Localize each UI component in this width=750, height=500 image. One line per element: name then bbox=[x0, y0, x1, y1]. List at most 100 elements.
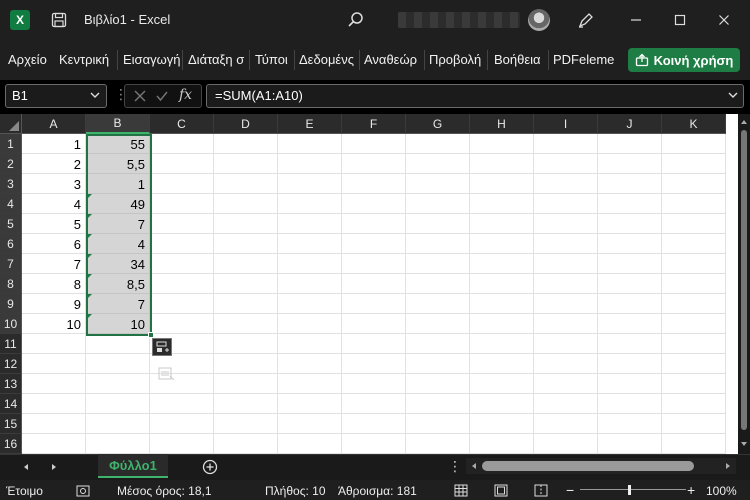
cell-c6[interactable] bbox=[150, 234, 214, 254]
tab-help[interactable]: Βοήθεια bbox=[494, 52, 541, 67]
cell-g3[interactable] bbox=[406, 174, 470, 194]
cell-a2[interactable]: 2 bbox=[22, 154, 86, 174]
cell-b10[interactable]: 10 bbox=[86, 314, 150, 334]
cell-j3[interactable] bbox=[598, 174, 662, 194]
cell-a8[interactable]: 8 bbox=[22, 274, 86, 294]
formula-input[interactable]: =SUM(A1:A10) bbox=[206, 84, 744, 108]
cell-g6[interactable] bbox=[406, 234, 470, 254]
cell-i2[interactable] bbox=[534, 154, 598, 174]
row-header-8[interactable]: 8 bbox=[0, 274, 22, 294]
cell-d3[interactable] bbox=[214, 174, 278, 194]
cell-k12[interactable] bbox=[662, 354, 726, 374]
column-header-e[interactable]: E bbox=[278, 114, 342, 134]
cell-e15[interactable] bbox=[278, 414, 342, 434]
cell-b6[interactable]: 4 bbox=[86, 234, 150, 254]
cell-j4[interactable] bbox=[598, 194, 662, 214]
cell-a15[interactable] bbox=[22, 414, 86, 434]
cell-a14[interactable] bbox=[22, 394, 86, 414]
cell-b9[interactable]: 7 bbox=[86, 294, 150, 314]
cell-j14[interactable] bbox=[598, 394, 662, 414]
cancel-icon[interactable] bbox=[133, 89, 147, 103]
cell-h7[interactable] bbox=[470, 254, 534, 274]
cell-g10[interactable] bbox=[406, 314, 470, 334]
cell-f4[interactable] bbox=[342, 194, 406, 214]
cell-k7[interactable] bbox=[662, 254, 726, 274]
cell-i1[interactable] bbox=[534, 134, 598, 154]
cell-k11[interactable] bbox=[662, 334, 726, 354]
cell-h11[interactable] bbox=[470, 334, 534, 354]
cell-b7[interactable]: 34 bbox=[86, 254, 150, 274]
tab-home[interactable]: Κεντρική bbox=[59, 52, 109, 67]
status-count[interactable]: Πλήθος: 10 bbox=[265, 484, 326, 498]
column-header-i[interactable]: I bbox=[534, 114, 598, 134]
cell-d7[interactable] bbox=[214, 254, 278, 274]
row-header-2[interactable]: 2 bbox=[0, 154, 22, 174]
zoom-slider-thumb[interactable] bbox=[628, 485, 631, 495]
cell-f9[interactable] bbox=[342, 294, 406, 314]
function-icon[interactable]: fx bbox=[179, 87, 192, 103]
page-break-icon[interactable] bbox=[534, 484, 548, 497]
cell-b14[interactable] bbox=[86, 394, 150, 414]
cell-d4[interactable] bbox=[214, 194, 278, 214]
cell-d9[interactable] bbox=[214, 294, 278, 314]
cell-h4[interactable] bbox=[470, 194, 534, 214]
tab-data[interactable]: Δεδομένς bbox=[299, 52, 354, 67]
cell-j2[interactable] bbox=[598, 154, 662, 174]
cell-e1[interactable] bbox=[278, 134, 342, 154]
cell-g14[interactable] bbox=[406, 394, 470, 414]
select-all-button[interactable] bbox=[0, 114, 22, 134]
cell-h14[interactable] bbox=[470, 394, 534, 414]
cell-c3[interactable] bbox=[150, 174, 214, 194]
cell-d5[interactable] bbox=[214, 214, 278, 234]
cell-g15[interactable] bbox=[406, 414, 470, 434]
cell-j8[interactable] bbox=[598, 274, 662, 294]
zoom-slider[interactable] bbox=[580, 489, 686, 490]
column-header-h[interactable]: H bbox=[470, 114, 534, 134]
cell-e7[interactable] bbox=[278, 254, 342, 274]
cell-k8[interactable] bbox=[662, 274, 726, 294]
cell-f1[interactable] bbox=[342, 134, 406, 154]
cell-i14[interactable] bbox=[534, 394, 598, 414]
column-header-d[interactable]: D bbox=[214, 114, 278, 134]
zoom-level[interactable]: 100% bbox=[706, 484, 737, 498]
column-header-c[interactable]: C bbox=[150, 114, 214, 134]
cell-k15[interactable] bbox=[662, 414, 726, 434]
cell-c7[interactable] bbox=[150, 254, 214, 274]
status-sum[interactable]: Άθροισμα: 181 bbox=[338, 484, 417, 498]
normal-view-icon[interactable] bbox=[454, 484, 468, 497]
cell-k13[interactable] bbox=[662, 374, 726, 394]
quick-analysis-button[interactable] bbox=[152, 338, 172, 356]
row-header-10[interactable]: 10 bbox=[0, 314, 22, 334]
cell-g7[interactable] bbox=[406, 254, 470, 274]
row-header-5[interactable]: 5 bbox=[0, 214, 22, 234]
cell-i5[interactable] bbox=[534, 214, 598, 234]
cell-i4[interactable] bbox=[534, 194, 598, 214]
row-header-1[interactable]: 1 bbox=[0, 134, 22, 154]
cell-d8[interactable] bbox=[214, 274, 278, 294]
cell-j10[interactable] bbox=[598, 314, 662, 334]
column-header-j[interactable]: J bbox=[598, 114, 662, 134]
cell-a10[interactable]: 10 bbox=[22, 314, 86, 334]
cell-e2[interactable] bbox=[278, 154, 342, 174]
cell-k2[interactable] bbox=[662, 154, 726, 174]
cell-c4[interactable] bbox=[150, 194, 214, 214]
cell-k14[interactable] bbox=[662, 394, 726, 414]
cell-a3[interactable]: 3 bbox=[22, 174, 86, 194]
row-header-4[interactable]: 4 bbox=[0, 194, 22, 214]
cell-g5[interactable] bbox=[406, 214, 470, 234]
pen-icon[interactable] bbox=[576, 10, 596, 30]
cell-e9[interactable] bbox=[278, 294, 342, 314]
status-average[interactable]: Μέσος όρος: 18,1 bbox=[117, 484, 212, 498]
cell-j7[interactable] bbox=[598, 254, 662, 274]
cell-e6[interactable] bbox=[278, 234, 342, 254]
cell-i10[interactable] bbox=[534, 314, 598, 334]
page-layout-icon[interactable] bbox=[494, 484, 508, 497]
tab-split-handle[interactable]: ⋮ bbox=[448, 458, 462, 475]
cell-b12[interactable] bbox=[86, 354, 150, 374]
tab-formulas[interactable]: Τύποι bbox=[255, 52, 288, 67]
cell-e11[interactable] bbox=[278, 334, 342, 354]
cell-e13[interactable] bbox=[278, 374, 342, 394]
cell-c1[interactable] bbox=[150, 134, 214, 154]
cell-g12[interactable] bbox=[406, 354, 470, 374]
row-header-14[interactable]: 14 bbox=[0, 394, 22, 414]
